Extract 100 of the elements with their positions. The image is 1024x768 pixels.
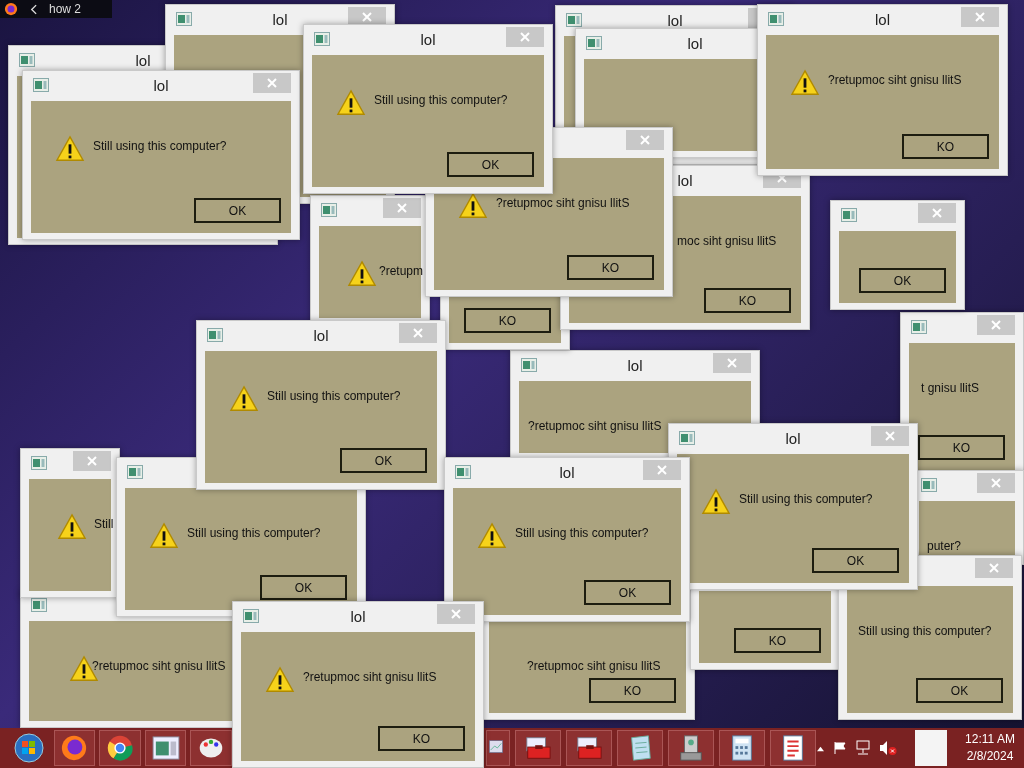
taskbar-button[interactable]	[617, 730, 663, 766]
close-button[interactable]	[253, 73, 291, 93]
close-button[interactable]	[961, 7, 999, 27]
dialog-message: t gnisu llitS	[921, 380, 980, 397]
window-title: lol	[350, 606, 366, 627]
app-icon	[243, 609, 259, 623]
close-button[interactable]	[73, 451, 111, 471]
dialog-button[interactable]: KO	[902, 134, 989, 159]
close-icon	[640, 135, 650, 145]
flag-icon	[833, 741, 847, 755]
warning-icon	[458, 192, 488, 220]
close-icon	[413, 328, 423, 338]
globe-icon	[105, 734, 134, 762]
close-icon	[885, 431, 895, 441]
dialog-button[interactable]: KO	[918, 435, 1005, 460]
close-button[interactable]	[399, 323, 437, 343]
close-button[interactable]	[977, 473, 1015, 493]
dialog-message: ?retupmoc siht gnisu llitS	[527, 658, 661, 675]
close-button[interactable]	[975, 558, 1013, 578]
dialog-button[interactable]: OK	[447, 152, 534, 177]
warning-icon	[701, 488, 731, 516]
tray-overflow-button[interactable]	[816, 744, 825, 752]
window-title: lol	[313, 325, 329, 346]
app-icon	[521, 358, 537, 372]
notification-area[interactable]	[915, 730, 947, 766]
close-icon	[991, 320, 1001, 330]
dialog-message: Still using this computer?	[187, 525, 321, 542]
close-button[interactable]	[626, 130, 664, 150]
taskbar-button[interactable]	[719, 730, 765, 766]
window-title: lol	[627, 355, 643, 376]
app-icon	[586, 36, 602, 50]
close-button[interactable]	[348, 7, 386, 27]
close-icon	[451, 609, 461, 619]
dialog-button[interactable]: KO	[704, 288, 791, 313]
close-button[interactable]	[437, 604, 475, 624]
close-button[interactable]	[643, 460, 681, 480]
taskbar-button[interactable]	[515, 730, 561, 766]
fox-globe-icon	[60, 734, 89, 762]
taskbar-button[interactable]	[144, 730, 187, 766]
close-button[interactable]	[871, 426, 909, 446]
warning-icon	[229, 385, 259, 413]
close-button[interactable]	[977, 315, 1015, 335]
taskbar-button[interactable]	[53, 730, 96, 766]
taskbar-button[interactable]	[668, 730, 714, 766]
close-icon	[520, 32, 530, 42]
browser-tab-title[interactable]: how 2	[49, 0, 82, 18]
app-icon	[33, 78, 49, 92]
dialog-message: Still using this computer?	[374, 92, 508, 109]
warning-icon	[55, 135, 85, 163]
close-button[interactable]	[918, 203, 956, 223]
window-title: lol	[667, 10, 683, 31]
dialog-message: Still using this computer?	[515, 525, 649, 542]
dialog-button[interactable]: KO	[589, 678, 676, 703]
taskbar-button[interactable]	[190, 730, 232, 766]
close-icon	[267, 78, 277, 88]
close-icon	[932, 208, 942, 218]
clock-time[interactable]: 12:11 AM	[965, 731, 1015, 748]
clock-date[interactable]: 2/8/2024	[966, 748, 1014, 765]
app-icon	[841, 208, 857, 222]
window-title: lol	[272, 9, 288, 30]
close-button[interactable]	[383, 198, 421, 218]
close-button[interactable]	[713, 353, 751, 373]
app-icon	[19, 53, 35, 67]
app-icon	[31, 456, 47, 470]
dialog-button[interactable]: OK	[584, 580, 671, 605]
app-icon	[321, 203, 337, 217]
dialog-button[interactable]: OK	[194, 198, 281, 223]
taskbar-button[interactable]	[486, 730, 510, 766]
taskbar-button[interactable]	[566, 730, 612, 766]
close-icon	[975, 12, 985, 22]
dialog-message: ?retupmoc siht gnisu llitS	[303, 669, 437, 686]
window-icon	[151, 736, 180, 760]
taskbar-button[interactable]	[99, 730, 141, 766]
dialog-button[interactable]: OK	[260, 575, 347, 600]
app-icon	[679, 431, 695, 445]
window-title: lol	[677, 170, 693, 191]
dialog-button[interactable]: OK	[859, 268, 946, 293]
dialog-message: ?retupmoc siht gnisu llitS	[92, 658, 226, 675]
dialog-message: Still using this computer?	[739, 491, 873, 508]
dialog-button[interactable]: OK	[916, 678, 1003, 703]
dialog-message: ?retupmoc siht gnisu llitS	[528, 418, 662, 435]
network-icon	[855, 740, 871, 756]
dialog-button[interactable]: KO	[567, 255, 654, 280]
close-icon	[989, 563, 999, 573]
close-button[interactable]	[506, 27, 544, 47]
window-title: lol	[559, 462, 575, 483]
dialog-button[interactable]: KO	[734, 628, 821, 653]
dialog-button[interactable]: OK	[812, 548, 899, 573]
browser-icon	[4, 2, 18, 16]
dialog-button[interactable]: KO	[378, 726, 465, 751]
app-icon	[314, 32, 330, 46]
dialog-button[interactable]: OK	[340, 448, 427, 473]
dialog-message: ?retupmoc siht gnisu llitS	[828, 72, 962, 89]
dialog-message: moc siht gnisu llitS	[677, 233, 777, 250]
warning-icon	[347, 260, 377, 288]
dialog-button[interactable]: KO	[464, 308, 551, 333]
warning-icon	[790, 69, 820, 97]
taskbar-button[interactable]	[770, 730, 816, 766]
close-icon	[362, 12, 372, 22]
window-title: lol	[687, 33, 703, 54]
